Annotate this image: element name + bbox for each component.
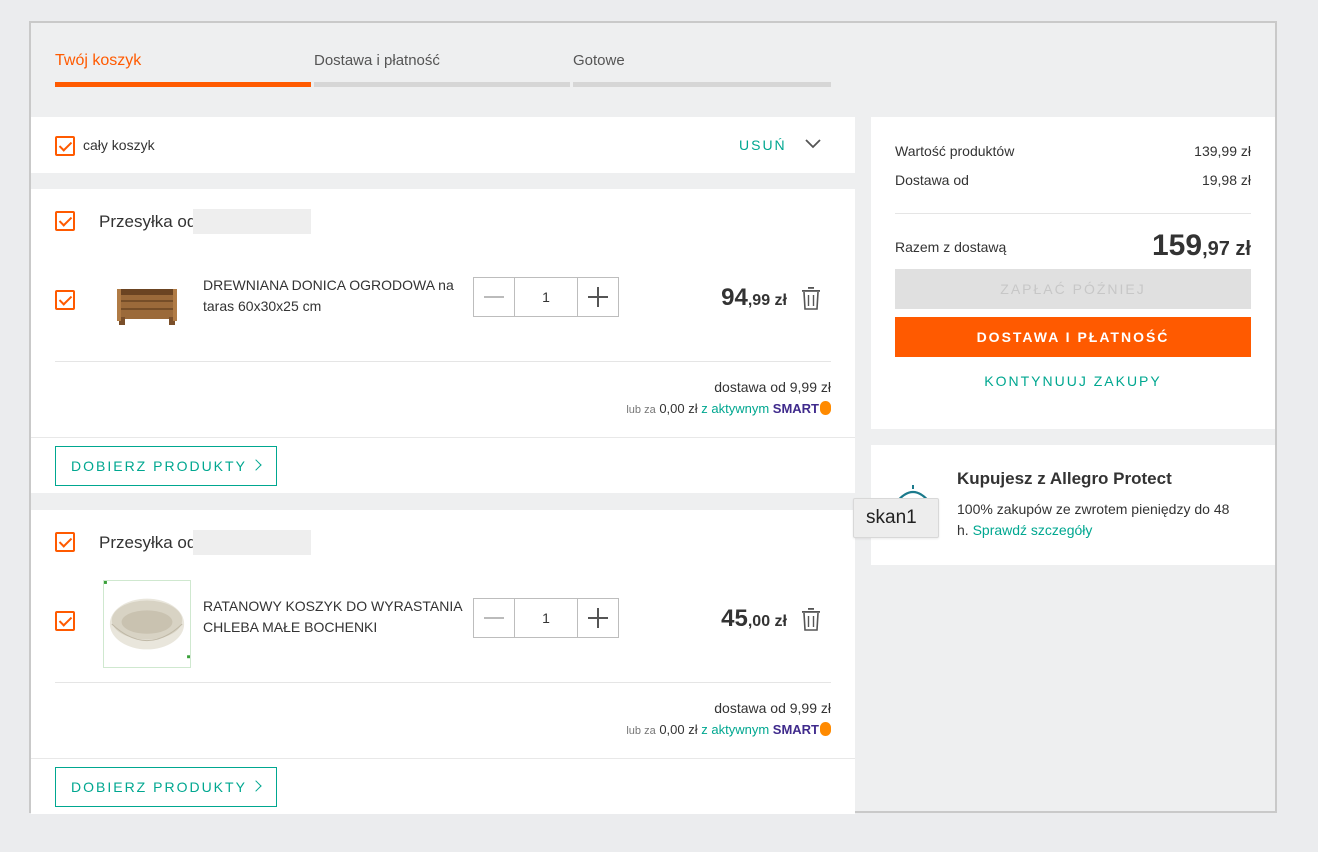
shipment-card: Przesyłka od DREWNIANA DONICA OGRODOWA n…	[31, 189, 855, 493]
quantity-stepper: 1	[473, 277, 619, 317]
price-main: 45	[721, 605, 748, 632]
divider	[895, 213, 1251, 214]
step-delivery-bar	[314, 82, 570, 87]
shipment-checkbox[interactable]	[55, 211, 75, 231]
shipping-label: Dostawa od	[895, 172, 969, 188]
smart-amount: 0,00 zł	[659, 401, 698, 416]
product-name[interactable]: RATANOWY KOSZYK DO WYRASTANIA CHLEBA MAŁ…	[203, 596, 463, 638]
seller-name-redacted	[193, 209, 311, 234]
product-price: 45,00 zł	[691, 605, 787, 633]
match-products-label: DOBIERZ PRODUKTY	[71, 458, 247, 474]
smart-amount: 0,00 zł	[659, 722, 698, 737]
divider	[55, 361, 831, 362]
divider	[55, 682, 831, 683]
match-products-button[interactable]: DOBIERZ PRODUKTY	[55, 767, 277, 807]
chevron-down-icon[interactable]	[803, 133, 823, 153]
checkout-button[interactable]: DOSTAWA I PŁATNOŚĆ	[895, 317, 1251, 357]
smart-lub: lub za	[626, 404, 656, 416]
product-name[interactable]: DREWNIANA DONICA OGRODOWA na taras 60x30…	[203, 275, 463, 317]
smart-brand: SMART	[772, 722, 819, 737]
smart-logo-icon	[820, 401, 831, 415]
chevron-right-icon	[250, 780, 262, 792]
cart-header-row: cały koszyk USUŃ	[31, 117, 855, 173]
step-delivery[interactable]: Dostawa i płatność	[314, 51, 570, 91]
delivery-cost: dostawa od 9,99 zł	[714, 700, 831, 716]
increase-quantity-button[interactable]	[578, 278, 618, 316]
protect-title: Kupujesz z Allegro Protect	[957, 469, 1172, 488]
step-cart-label: Twój koszyk	[55, 52, 142, 69]
cart-frame: Twój koszyk Dostawa i płatność Gotowe ca…	[29, 21, 1277, 814]
checkout-steps: Twój koszyk Dostawa i płatność Gotowe	[55, 51, 831, 91]
quantity-stepper: 1	[473, 598, 619, 638]
select-all-checkbox[interactable]	[55, 136, 75, 156]
decrease-quantity-button[interactable]	[474, 278, 514, 316]
price-cents: ,99 zł	[747, 292, 787, 309]
products-value-row: Wartość produktów 139,99 zł	[895, 143, 1251, 159]
smart-offer: lub za 0,00 zł z aktywnym SMART	[626, 722, 831, 737]
chevron-right-icon	[250, 459, 262, 471]
shipping-value: 19,98 zł	[1201, 172, 1251, 188]
products-value-label: Wartość produktów	[895, 143, 1015, 159]
product-image-basket[interactable]	[103, 580, 191, 668]
trash-icon[interactable]	[799, 285, 823, 311]
trash-icon[interactable]	[799, 606, 823, 632]
shipment-checkbox[interactable]	[55, 532, 75, 552]
quantity-input[interactable]: 1	[514, 599, 578, 637]
step-done[interactable]: Gotowe	[573, 51, 831, 91]
price-main: 94	[721, 284, 748, 311]
smart-brand: SMART	[772, 401, 819, 416]
seller-name-redacted	[193, 530, 311, 555]
select-all-label: cały koszyk	[83, 137, 155, 153]
product-checkbox[interactable]	[55, 290, 75, 310]
smart-link[interactable]: z aktywnym	[701, 401, 769, 416]
products-value: 139,99 zł	[1194, 143, 1251, 159]
smart-logo-icon	[820, 722, 831, 736]
divider	[31, 758, 855, 759]
shipment-card: Przesyłka od RATANOWY KOSZYK DO WYRASTAN…	[31, 510, 855, 814]
match-products-label: DOBIERZ PRODUKTY	[71, 779, 247, 795]
step-done-bar	[573, 82, 831, 87]
protect-text: 100% zakupów ze zwrotem pieniędzy do 48 …	[957, 499, 1237, 541]
increase-quantity-button[interactable]	[578, 599, 618, 637]
smart-lub: lub za	[626, 725, 656, 737]
match-products-button[interactable]: DOBIERZ PRODUKTY	[55, 446, 277, 486]
divider	[31, 437, 855, 438]
total-label: Razem z dostawą	[895, 239, 1007, 255]
quantity-input[interactable]: 1	[514, 278, 578, 316]
step-cart[interactable]: Twój koszyk	[55, 51, 311, 91]
smart-link[interactable]: z aktywnym	[701, 722, 769, 737]
product-image-planter[interactable]	[103, 259, 191, 347]
protect-text-main: 100% zakupów ze zwrotem pieniędzy do	[957, 501, 1210, 517]
product-checkbox[interactable]	[55, 611, 75, 631]
pay-later-button[interactable]: ZAPŁAĆ PÓŹNIEJ	[895, 269, 1251, 309]
remove-button[interactable]: USUŃ	[739, 137, 787, 153]
shipping-row: Dostawa od 19,98 zł	[895, 172, 1251, 188]
total-price: 159,97 zł	[1152, 229, 1251, 263]
decrease-quantity-button[interactable]	[474, 599, 514, 637]
step-cart-bar	[55, 82, 311, 87]
smart-offer: lub za 0,00 zł z aktywnym SMART	[626, 401, 831, 416]
continue-shopping-link[interactable]: KONTYNUUJ ZAKUPY	[895, 373, 1251, 397]
delivery-cost: dostawa od 9,99 zł	[714, 379, 831, 395]
tooltip: skan1	[853, 498, 939, 538]
step-delivery-label: Dostawa i płatność	[314, 52, 440, 69]
product-price: 94,99 zł	[691, 284, 787, 312]
total-main: 159	[1152, 229, 1203, 262]
protect-details-link[interactable]: Sprawdź szczegóły	[973, 522, 1093, 538]
step-done-label: Gotowe	[573, 52, 625, 69]
total-currency: zł	[1229, 238, 1251, 260]
shipment-from-label: Przesyłka od	[99, 212, 197, 231]
price-cents: ,00 zł	[747, 613, 787, 630]
order-summary: Wartość produktów 139,99 zł Dostawa od 1…	[871, 117, 1275, 429]
shipment-from-label: Przesyłka od	[99, 533, 197, 552]
total-cents: ,97	[1202, 238, 1230, 260]
